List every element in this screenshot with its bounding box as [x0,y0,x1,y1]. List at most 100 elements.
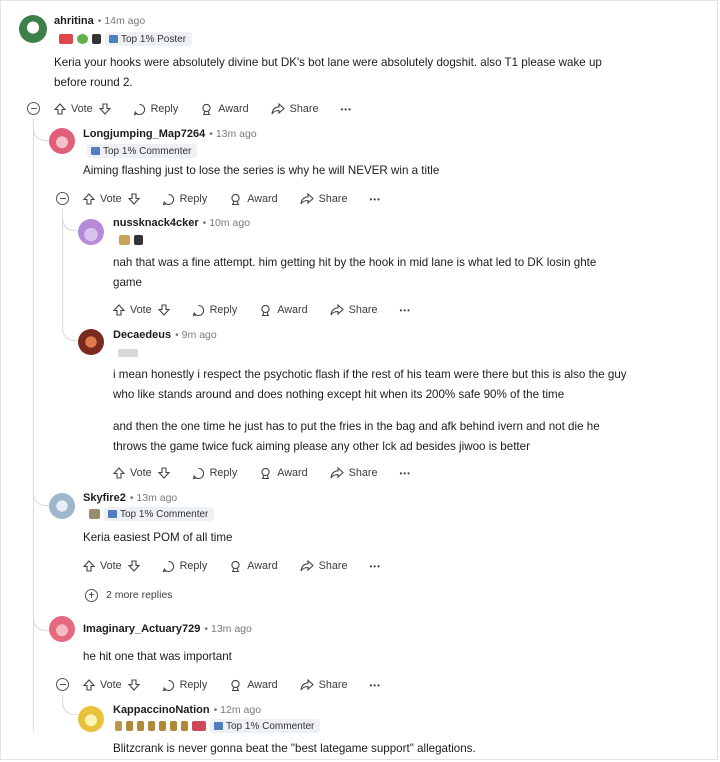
share-button[interactable]: Share [330,304,377,316]
reply-icon [133,103,145,115]
username[interactable]: Decaedeus [113,329,171,341]
reply-button[interactable]: Reply [192,467,237,480]
more-options-button[interactable]: ••• [369,195,380,204]
timestamp: • 10m ago [202,217,251,229]
thread-line[interactable] [33,119,34,731]
flair-emoji-icon [118,349,138,357]
thread-branch [33,484,49,506]
collapse-thread-button[interactable] [27,102,40,115]
username[interactable]: Imaginary_Actuary729 [83,623,200,635]
flair-emoji-icon [170,721,177,731]
reply-icon [192,304,204,316]
share-button[interactable]: Share [330,467,377,479]
share-button[interactable]: Share [300,560,347,572]
share-icon [271,103,285,115]
upvote-button[interactable]: Vote [113,467,152,479]
award-icon [231,193,240,205]
award-button[interactable]: Award [200,103,249,116]
award-icon [261,304,270,316]
reply-button[interactable]: Reply [192,304,237,317]
award-button[interactable]: Award [229,193,278,206]
more-options-button[interactable]: ••• [369,681,380,690]
more-replies-button[interactable]: 2 more replies [85,587,173,603]
share-button[interactable]: Share [300,193,347,205]
downvote-button[interactable] [157,467,170,479]
collapse-thread-button[interactable] [56,192,69,205]
comment-body: i mean honestly i respect the psychotic … [113,368,627,453]
user-flair [118,346,138,360]
comment-actions: Vote Reply Award Share ••• [54,101,374,117]
avatar[interactable] [78,219,104,245]
flair-emoji-icon [134,235,143,245]
timestamp: • 12m ago [213,704,262,716]
comment-header: ahritina • 14m ago [54,11,145,31]
share-button[interactable]: Share [271,103,318,115]
thread-branch [62,697,77,715]
downvote-button[interactable] [127,560,140,572]
downvote-button[interactable] [127,193,140,205]
comment-actions: Vote Reply Award Share ••• [113,302,433,318]
award-button[interactable]: Award [229,679,278,692]
badge-icon [214,722,223,730]
comment-header: Skyfire2 • 13m ago [83,488,177,508]
badge-icon [91,147,100,155]
downvote-icon [127,193,140,205]
upvote-button[interactable]: Vote [83,560,122,572]
username[interactable]: nussknack4cker [113,217,199,229]
timestamp: • 13m ago [129,492,178,504]
flair-emoji-icon [119,235,130,245]
award-button[interactable]: Award [229,560,278,573]
timestamp: • 13m ago [209,128,257,140]
flair-emoji-icon [126,721,133,731]
reply-button[interactable]: Reply [162,679,207,692]
reply-button[interactable]: Reply [133,103,178,116]
upvote-button[interactable]: Vote [113,304,152,316]
collapse-thread-button[interactable] [56,678,69,691]
comment-body: he hit one that was important [83,650,232,663]
user-flair: Top 1% Commenter [87,144,198,158]
downvote-button[interactable] [98,103,111,115]
avatar[interactable] [78,706,104,732]
award-icon [261,467,270,479]
more-options-button[interactable]: ••• [369,562,380,571]
avatar[interactable] [49,128,75,154]
share-icon [330,304,344,316]
badge-icon [109,35,118,43]
downvote-button[interactable] [157,304,170,316]
user-flair [119,233,143,247]
reply-button[interactable]: Reply [162,560,207,573]
more-options-button[interactable]: ••• [340,105,351,114]
avatar[interactable] [78,329,104,355]
flair-emoji-icon [77,34,88,44]
avatar[interactable] [49,493,75,519]
expand-icon [85,588,98,602]
comment-header: KappaccinoNation • 12m ago [113,700,261,720]
flair-emoji-icon [192,721,206,731]
thread-branch [33,613,49,631]
upvote-button[interactable]: Vote [83,679,122,691]
reply-button[interactable]: Reply [162,193,207,206]
share-button[interactable]: Share [300,679,347,691]
downvote-icon [98,103,111,115]
thread-line[interactable] [62,209,63,329]
more-options-button[interactable]: ••• [399,306,410,315]
share-icon [300,679,314,691]
award-button[interactable]: Award [259,467,308,480]
username[interactable]: KappaccinoNation [113,704,210,716]
avatar[interactable] [49,616,75,642]
comment-actions: Vote Reply Award Share ••• [83,191,403,207]
comment-actions: Vote Reply Award Share ••• [83,558,403,574]
upvote-button[interactable]: Vote [83,193,122,205]
avatar[interactable] [19,15,47,43]
comment-actions: Vote Reply Award Share ••• [83,677,403,693]
downvote-icon [157,304,170,316]
award-button[interactable]: Award [259,304,308,317]
upvote-button[interactable]: Vote [54,103,93,115]
downvote-button[interactable] [127,679,140,691]
username[interactable]: Skyfire2 [83,492,126,504]
upvote-icon [83,679,95,691]
username[interactable]: ahritina [54,15,94,27]
comment-header: Imaginary_Actuary729 • 13m ago [83,619,252,639]
more-options-button[interactable]: ••• [399,469,410,478]
username[interactable]: Longjumping_Map7264 [83,128,205,140]
